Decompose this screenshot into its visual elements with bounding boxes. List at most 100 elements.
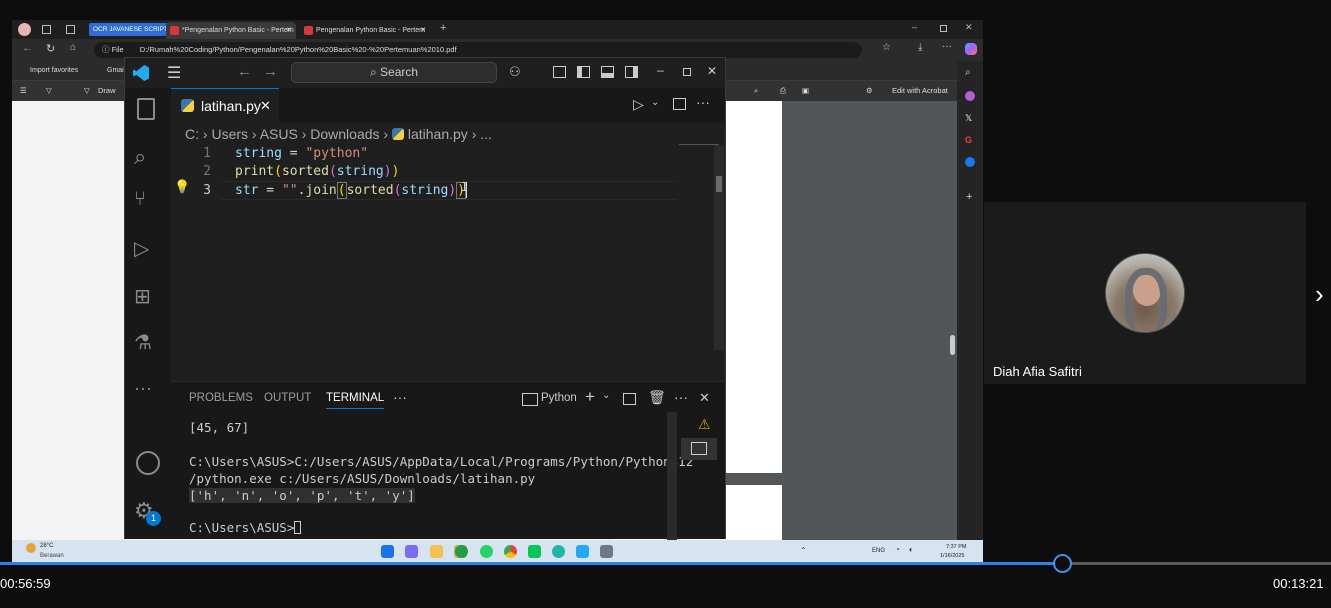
toggle-sidebar-icon[interactable]	[577, 66, 590, 78]
extensions-icon[interactable]: ⊞	[134, 284, 162, 312]
draw-icon[interactable]: ▽	[84, 81, 90, 101]
line-number: 1	[203, 146, 211, 161]
breadcrumb-item[interactable]: Downloads	[310, 126, 379, 142]
progress-thumb[interactable]	[1053, 554, 1072, 573]
restore-icon[interactable]	[940, 25, 947, 32]
minimize-icon[interactable]: –	[657, 63, 664, 77]
menu-icon[interactable]: ☰	[167, 63, 181, 83]
breadcrumb-item[interactable]: ASUS	[260, 126, 298, 142]
back-icon[interactable]: ←	[22, 42, 33, 54]
sidebar-add-icon[interactable]: +	[966, 191, 972, 203]
line-icon[interactable]	[528, 545, 541, 558]
browser-tab-active[interactable]: *Pengenalan Python Basic - Pertem ✕	[166, 22, 296, 39]
terminal-scrollbar[interactable]	[667, 412, 677, 540]
search-icon[interactable]: ⌕	[134, 144, 162, 172]
maximize-icon[interactable]	[683, 68, 691, 76]
browser-profile-icon[interactable]	[18, 23, 31, 36]
close-icon[interactable]: ✕	[707, 64, 717, 78]
edit-with-acrobat-button[interactable]: Edit with Acrobat	[892, 81, 948, 101]
copilot-icon[interactable]	[965, 43, 977, 55]
whatsapp-icon[interactable]	[480, 545, 493, 558]
toggle-secondary-sidebar-icon[interactable]	[625, 66, 638, 78]
tab-close-icon[interactable]: ✕	[286, 22, 292, 39]
explorer-icon[interactable]	[137, 98, 155, 120]
chevron-right-icon[interactable]: ›	[1315, 279, 1324, 310]
green-app-icon[interactable]	[455, 545, 468, 558]
testing-icon[interactable]: ⚗	[134, 330, 162, 358]
url-field[interactable]: ⓘ File D:/Rumah%20Coding/Python/Pengenal…	[94, 42, 862, 58]
tab-actions-icon[interactable]	[66, 25, 75, 34]
layout-icon[interactable]	[553, 66, 566, 78]
start-icon[interactable]	[381, 545, 394, 558]
close-icon[interactable]: ✕	[965, 22, 973, 33]
x-icon[interactable]: 𝕏	[965, 113, 972, 124]
sidebar-app-icon[interactable]	[965, 91, 975, 101]
breadcrumb-item[interactable]: C:	[185, 126, 199, 142]
chrome-icon[interactable]	[504, 545, 517, 558]
tab-group-ocr[interactable]: OCR JAVANESE SCRIPT	[89, 23, 172, 36]
workspaces-icon[interactable]	[42, 25, 51, 34]
tab-close-icon[interactable]: ✕	[420, 22, 426, 39]
account-icon[interactable]	[136, 451, 160, 475]
forward-arrow-icon[interactable]: →	[263, 63, 278, 80]
minimap[interactable]	[679, 144, 719, 150]
file-explorer-icon[interactable]	[430, 545, 443, 558]
settings-icon[interactable]: ⚙	[866, 81, 873, 101]
chevron-up-icon[interactable]: ⌃	[800, 546, 807, 555]
tab-latihan-py[interactable]: latihan.py ✕	[171, 88, 279, 123]
save-icon[interactable]: ▣	[802, 81, 809, 101]
remaining-time: 00:13:21	[1273, 576, 1324, 591]
more-icon[interactable]: ···	[942, 41, 952, 52]
wifi-icon[interactable]: ◔	[895, 545, 900, 554]
pdf-scrollbar[interactable]	[950, 335, 955, 355]
run-dropdown-icon[interactable]: ⌄	[651, 97, 659, 108]
minimize-icon[interactable]: –	[912, 22, 917, 32]
favorite-star-icon[interactable]: ☆	[882, 42, 891, 53]
download-icon[interactable]: ⤓	[918, 42, 922, 53]
copilot-icon[interactable]	[405, 545, 418, 558]
clock-date[interactable]: 1/16/2025	[940, 553, 964, 559]
volume-icon[interactable]: ◖	[908, 545, 913, 554]
breadcrumb-item[interactable]: ...	[480, 126, 492, 142]
tab-close-icon[interactable]: ✕	[260, 89, 271, 123]
close-panel-icon[interactable]: ✕	[699, 390, 710, 406]
new-tab-icon[interactable]: +	[440, 22, 446, 34]
more-actions-icon[interactable]: ···	[696, 94, 710, 110]
panel-actions-icon[interactable]: ···	[674, 389, 688, 405]
list-icon[interactable]: ☰	[20, 81, 27, 101]
vscode-taskbar-icon[interactable]	[576, 545, 589, 558]
terminal-instance-icon[interactable]	[681, 438, 717, 460]
favorite-import[interactable]: Import favorites	[30, 61, 78, 81]
more-icon[interactable]: ···	[134, 378, 162, 406]
breadcrumb-item[interactable]: latihan.py	[408, 126, 468, 142]
code-editor[interactable]: 1 2 💡 3 string = "python" print(sorted(s…	[171, 144, 725, 381]
search-pdf-icon[interactable]: ⌕	[754, 81, 758, 101]
toggle-panel-icon[interactable]	[601, 66, 614, 78]
copilot-icon[interactable]: ⚇	[509, 64, 521, 80]
browser-tab[interactable]: Pengenalan Python Basic - Pertem ✕	[300, 22, 430, 39]
draw-label[interactable]: Draw	[98, 81, 116, 101]
terminal-output[interactable]: [45, 67] C:\Users\ASUS>C:/Users/ASUS/App…	[171, 382, 693, 540]
sidebar-search-icon[interactable]: ⌕	[965, 67, 971, 78]
favorite-gmail[interactable]: Gmail	[107, 61, 125, 81]
scrollbar-thumb[interactable]	[716, 176, 722, 192]
facebook-icon[interactable]	[965, 157, 975, 167]
warning-icon[interactable]: ⚠	[698, 416, 711, 433]
run-file-icon[interactable]: ▷	[633, 96, 644, 113]
breadcrumb-item[interactable]: Users	[211, 126, 248, 142]
clock-time[interactable]: 7:37 PM	[946, 544, 966, 550]
participant-tile[interactable]: Diah Afia Safitri	[984, 202, 1306, 384]
edge-icon[interactable]	[552, 545, 565, 558]
print-icon[interactable]: ⎙	[780, 81, 786, 101]
lang-indicator[interactable]: ENG	[872, 548, 885, 554]
source-control-icon[interactable]: ⑂	[134, 188, 162, 216]
highlight-icon[interactable]: ▽	[46, 81, 52, 101]
run-debug-icon[interactable]: ▷	[134, 236, 162, 264]
split-editor-icon[interactable]	[673, 98, 686, 110]
command-search[interactable]: ⌕ Search	[291, 62, 497, 83]
app-icon[interactable]	[600, 545, 613, 558]
home-icon[interactable]: ⌂	[70, 42, 76, 53]
back-arrow-icon[interactable]: ←	[237, 63, 252, 80]
refresh-icon[interactable]: ↻	[46, 42, 55, 55]
google-icon[interactable]: G	[965, 135, 972, 145]
